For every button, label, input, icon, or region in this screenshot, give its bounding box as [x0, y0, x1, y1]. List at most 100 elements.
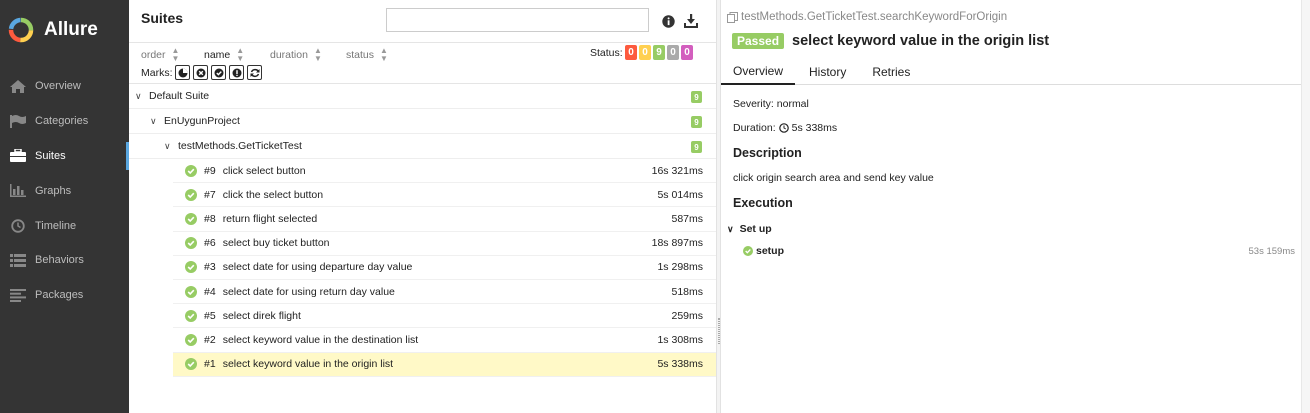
execution-title: Execution	[733, 196, 793, 210]
duration: Duration: 5s 338ms	[733, 122, 837, 134]
test-duration: 16s 321ms	[651, 164, 703, 177]
test-name: select buy ticket button	[222, 237, 330, 250]
new-failed-mark-toggle[interactable]	[193, 65, 208, 80]
tree-group-project[interactable]: ∨ EnUygunProject 9	[129, 109, 716, 134]
sidebar-item-label: Categories	[35, 115, 89, 128]
retries-mark-toggle[interactable]	[247, 65, 262, 80]
allure-logo-icon	[8, 17, 34, 43]
group-label: Default Suite	[149, 90, 210, 102]
passed-check-icon	[185, 285, 197, 298]
new-broken-mark-toggle[interactable]	[229, 65, 244, 80]
new-passed-mark-toggle[interactable]	[211, 65, 226, 80]
sidebar-item-overview[interactable]: Overview	[0, 69, 129, 104]
chevron-down-icon: ∨	[727, 223, 734, 234]
duration-label: Duration:	[733, 122, 776, 134]
description-text: click origin search area and send key va…	[733, 172, 934, 184]
test-name: select keyword value in the destination …	[222, 333, 419, 346]
test-row[interactable]: #7 click the select button 5s 014ms	[173, 183, 716, 208]
sort-duration[interactable]: duration ▲ ▼	[270, 47, 322, 63]
passed-check-icon	[185, 261, 197, 274]
status-unknown-toggle[interactable]: 0	[681, 45, 693, 60]
tree-group-class[interactable]: ∨ testMethods.GetTicketTest 9	[129, 134, 716, 159]
test-row[interactable]: #6 select buy ticket button 18s 897ms	[173, 232, 716, 256]
sort-name[interactable]: name ▲ ▼	[204, 47, 244, 63]
download-icon[interactable]	[683, 13, 699, 29]
test-name: click select button	[222, 164, 306, 177]
sidebar-item-graphs[interactable]: Graphs	[0, 173, 129, 208]
test-row[interactable]: #8 return flight selected 587ms	[173, 207, 716, 232]
test-row[interactable]: #2 select keyword value in the destinati…	[173, 328, 716, 353]
sort-arrows-icon: ▲ ▼	[236, 46, 245, 63]
execution-step[interactable]: setup 53s 159ms	[743, 245, 1295, 257]
align-left-icon	[9, 288, 27, 302]
test-duration: 518ms	[671, 285, 703, 298]
status-skipped-toggle[interactable]: 0	[667, 45, 679, 60]
breadcrumb: testMethods.GetTicketTest.searchKeywordF…	[727, 11, 1007, 23]
setup-section-toggle[interactable]: ∨ Set up	[727, 223, 772, 235]
passed-check-icon	[185, 212, 197, 225]
test-name: return flight selected	[222, 212, 318, 225]
sidebar-item-suites[interactable]: Suites	[0, 139, 129, 174]
test-duration: 259ms	[671, 309, 703, 322]
tab-overview[interactable]: Overview	[721, 58, 795, 85]
sort-bar: order ▲ ▼ name ▲ ▼ duration ▲ ▼ status ▲ ▼ Statu…	[129, 42, 716, 64]
passed-check-icon	[185, 333, 197, 346]
test-number: #6	[204, 237, 216, 250]
marks-toggles	[175, 65, 262, 80]
sidebar-item-packages[interactable]: Packages	[0, 278, 129, 313]
test-row[interactable]: #9 click select button 16s 321ms	[173, 159, 716, 184]
chevron-down-icon: ∨	[164, 140, 171, 151]
status-filter: 0 0 9 0 0	[625, 45, 693, 60]
status-passed-toggle[interactable]: 9	[653, 45, 665, 60]
detail-tabs: Overview History Retries	[721, 58, 1301, 85]
suites-header: Suites	[129, 0, 716, 42]
test-number: #5	[204, 309, 216, 322]
flag-icon	[9, 114, 27, 128]
copy-icon[interactable]	[727, 11, 738, 23]
tree-group-root[interactable]: ∨ Default Suite 9	[129, 84, 716, 109]
test-duration: 1s 308ms	[657, 333, 703, 346]
test-duration: 5s 014ms	[657, 188, 703, 201]
sidebar-item-behaviors[interactable]: Behaviors	[0, 243, 129, 278]
group-count-badge: 9	[691, 141, 702, 153]
bar-chart-icon	[9, 184, 27, 198]
suite-tree: ∨ Default Suite 9 ∨ EnUygunProject 9 ∨ t…	[129, 84, 716, 377]
group-label: EnUygunProject	[164, 115, 240, 127]
check-circle-icon	[214, 68, 223, 77]
sidebar-item-categories[interactable]: Categories	[0, 104, 129, 139]
flaky-mark-toggle[interactable]	[175, 65, 190, 80]
breadcrumb-text: testMethods.GetTicketTest.searchKeywordF…	[741, 11, 1008, 23]
test-row-selected[interactable]: #1 select keyword value in the origin li…	[173, 352, 716, 377]
test-name: select keyword value in the origin list	[222, 358, 394, 371]
passed-check-icon	[185, 164, 197, 177]
sort-status[interactable]: status ▲ ▼	[346, 47, 388, 63]
test-number: #4	[204, 285, 216, 298]
list-icon	[9, 253, 27, 267]
marks-bar: Marks:	[129, 64, 716, 84]
test-duration: 18s 897ms	[651, 237, 703, 250]
sidebar-item-timeline[interactable]: Timeline	[0, 208, 129, 243]
passed-check-icon	[185, 309, 197, 322]
scrollbar[interactable]	[1301, 0, 1310, 413]
search-input[interactable]	[386, 8, 649, 32]
sidebar-item-label: Behaviors	[35, 254, 84, 267]
times-circle-icon	[196, 68, 205, 77]
sort-order[interactable]: order ▲ ▼	[141, 47, 179, 63]
tab-history[interactable]: History	[795, 58, 858, 85]
status-failed-toggle[interactable]: 0	[625, 45, 637, 60]
status-broken-toggle[interactable]: 0	[639, 45, 651, 60]
test-row[interactable]: #5 select direk flight 259ms	[173, 304, 716, 329]
refresh-icon	[250, 68, 259, 77]
sidebar-nav: Overview Categories Suites Graphs Timeli…	[0, 69, 129, 313]
brand-name: Allure	[44, 19, 98, 40]
brand[interactable]: Allure	[0, 0, 129, 60]
clock-icon	[778, 123, 789, 133]
test-row[interactable]: #4 select date for using return day valu…	[173, 280, 716, 305]
step-name: setup	[756, 245, 785, 257]
test-row[interactable]: #3 select date for using departure day v…	[173, 256, 716, 280]
info-icon[interactable]	[660, 13, 676, 29]
passed-check-icon	[185, 237, 197, 250]
tab-retries[interactable]: Retries	[858, 58, 922, 85]
exclamation-circle-icon	[232, 68, 241, 77]
grip-icon	[718, 318, 720, 344]
